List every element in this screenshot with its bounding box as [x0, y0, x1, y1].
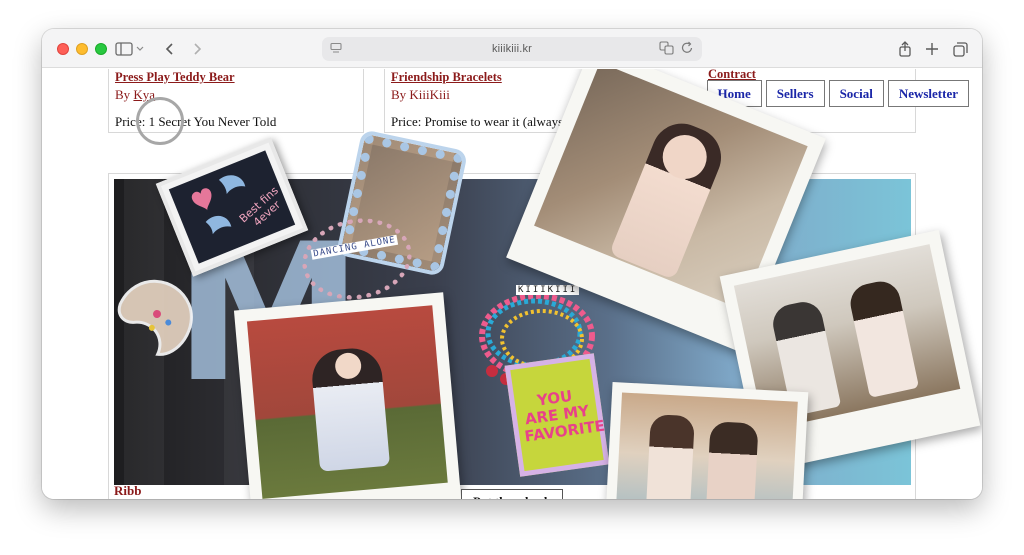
reload-icon[interactable] — [681, 41, 694, 58]
bracelet-text: KIIIKIII — [516, 285, 580, 295]
nav-social-button[interactable]: Social — [828, 80, 884, 107]
page-settings-icon[interactable] — [330, 42, 342, 57]
close-window-button[interactable] — [57, 43, 69, 55]
address-bar[interactable]: kiiikiii.kr — [322, 37, 702, 61]
sidebar-icon[interactable] — [114, 38, 146, 60]
badge-text: YOU ARE MY FAVORITE — [523, 386, 606, 446]
minimize-window-button[interactable] — [76, 43, 88, 55]
zoom-window-button[interactable] — [95, 43, 107, 55]
product-title-link[interactable]: Press Play Teddy Bear — [115, 70, 357, 85]
translate-icon[interactable] — [659, 41, 675, 58]
polaroid-photo[interactable] — [603, 381, 809, 499]
browser-window: kiiikiii.kr Press Play Teddy Bear By Kya… — [42, 29, 982, 499]
seller-name[interactable]: KiiiKiii — [409, 87, 449, 102]
tab-overview-icon[interactable] — [949, 38, 971, 60]
put-them-back-button[interactable]: Put them back — [461, 489, 563, 499]
share-icon[interactable] — [895, 38, 915, 60]
chevron-left-icon[interactable] — [160, 38, 180, 60]
plus-icon[interactable] — [922, 38, 942, 60]
chevron-right-icon[interactable] — [187, 38, 207, 60]
url-text: kiiikiii.kr — [491, 43, 533, 55]
favorite-badge[interactable]: YOU ARE MY FAVORITE — [504, 353, 610, 477]
partial-label: Ribb — [114, 483, 142, 498]
page-content: Press Play Teddy Bear By Kya Price: 1 Se… — [42, 69, 982, 499]
beads-text: DANCING ALONE — [310, 234, 399, 260]
site-nav: Home Sellers Social Newsletter — [706, 80, 969, 107]
browser-toolbar: kiiikiii.kr — [42, 29, 982, 68]
polaroid-photo[interactable] — [233, 292, 465, 499]
nav-sellers-button[interactable]: Sellers — [765, 80, 825, 107]
key-ring — [136, 97, 184, 145]
nav-newsletter-button[interactable]: Newsletter — [887, 80, 969, 107]
